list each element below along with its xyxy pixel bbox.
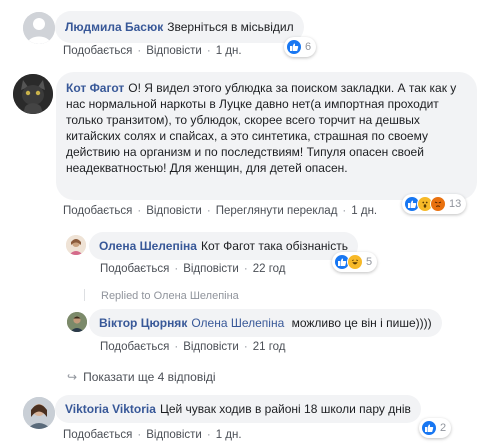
comment-author[interactable]: Людмила Басюк bbox=[65, 20, 163, 34]
woman-avatar-icon bbox=[23, 397, 55, 429]
reply-author[interactable]: Віктор Цюрняк bbox=[99, 316, 187, 330]
reply-author[interactable]: Олена Шелепіна bbox=[99, 239, 197, 253]
see-translation-link[interactable]: Переглянути переклад bbox=[216, 205, 338, 217]
comment-bubble: Людмила Басюк Зверніться в місьвідил bbox=[55, 11, 304, 43]
replied-to-label: Replied to Олена Шелепіна bbox=[101, 290, 239, 302]
woman-avatar-icon bbox=[66, 235, 86, 255]
avatar[interactable] bbox=[23, 12, 55, 44]
default-avatar-icon bbox=[23, 12, 55, 44]
timestamp[interactable]: 21 год bbox=[253, 341, 286, 353]
angry-icon bbox=[430, 196, 446, 212]
reaction-count: 13 bbox=[449, 198, 462, 210]
man-avatar-icon bbox=[67, 312, 87, 332]
reaction-count: 2 bbox=[440, 422, 447, 434]
reply-text: можливо це він і пише)))) bbox=[291, 316, 432, 330]
reply-button[interactable]: Відповісти bbox=[183, 263, 239, 275]
haha-icon bbox=[347, 254, 363, 270]
reply-actions: Подобається · Відповісти · 21 год bbox=[100, 341, 286, 353]
like-button[interactable]: Подобається bbox=[63, 205, 132, 217]
reaction-summary[interactable]: 2 bbox=[419, 418, 452, 438]
reaction-count: 5 bbox=[366, 256, 373, 268]
reaction-summary[interactable]: 5 bbox=[332, 252, 378, 272]
reaction-summary[interactable]: 13 bbox=[402, 194, 467, 214]
timestamp[interactable]: 1 дн. bbox=[351, 205, 377, 217]
comment-text: Зверніться в місьвідил bbox=[167, 20, 294, 34]
reply-button[interactable]: Відповісти bbox=[146, 205, 202, 217]
show-more-label: Показати ще 4 відповіді bbox=[83, 370, 216, 384]
timestamp[interactable]: 1 дн. bbox=[216, 429, 242, 441]
comment-bubble: Viktoria Viktoria Цей чувак ходив в район… bbox=[55, 395, 421, 423]
comment-actions: Подобається · Відповісти · Переглянути перек… bbox=[63, 205, 378, 217]
avatar[interactable] bbox=[13, 74, 53, 114]
like-button[interactable]: Подобається bbox=[100, 341, 169, 353]
avatar[interactable] bbox=[23, 397, 55, 429]
reaction-summary[interactable]: 6 bbox=[284, 37, 317, 57]
cat-avatar-icon bbox=[13, 74, 53, 114]
replied-to-name[interactable]: Олена Шелепіна bbox=[154, 290, 239, 302]
mention-link[interactable]: Олена Шелепіна bbox=[191, 316, 287, 330]
comment-text: Цей чувак ходив в районі 18 школи пару д… bbox=[159, 402, 411, 416]
comment-actions: Подобається · Відповісти · 1 дн. bbox=[63, 45, 242, 57]
reply-bubble: Олена Шелепіна Кот Фагот така обізнаність bbox=[89, 232, 358, 260]
reply-avatar[interactable] bbox=[66, 235, 86, 255]
like-button[interactable]: Подобається bbox=[100, 263, 169, 275]
reply-text: Кот Фагот така обізнаність bbox=[200, 239, 348, 253]
like-icon bbox=[286, 39, 302, 55]
reply-button[interactable]: Відповісти bbox=[146, 45, 202, 57]
comment-actions: Подобається · Відповісти · 1 дн. bbox=[63, 429, 242, 441]
reply-arrow-icon: ↪ bbox=[67, 370, 78, 384]
reaction-count: 6 bbox=[305, 41, 312, 53]
comment-text: О! Я видел этого ублюдка за поиском закл… bbox=[66, 81, 457, 175]
comment-1: Людмила Басюк Зверніться в місьвідил 6 По… bbox=[0, 0, 493, 60]
reply-button[interactable]: Відповісти bbox=[183, 341, 239, 353]
reply-button[interactable]: Відповісти bbox=[146, 429, 202, 441]
timestamp[interactable]: 22 год bbox=[253, 263, 286, 275]
like-button[interactable]: Подобається bbox=[63, 45, 132, 57]
like-button[interactable]: Подобається bbox=[63, 429, 132, 441]
reply-avatar[interactable] bbox=[67, 312, 87, 332]
replied-to-prefix: Replied to bbox=[101, 290, 151, 302]
show-more-replies[interactable]: ↪ Показати ще 4 відповіді bbox=[67, 370, 216, 384]
comment-3: Viktoria Viktoria Цей чувак ходив в район… bbox=[0, 390, 493, 447]
comment-bubble: Кот Фагот О! Я видел этого ублюдка за пои… bbox=[56, 72, 477, 200]
reply-bubble: Віктор Цюрняк Олена Шелепіна можливо це в… bbox=[89, 309, 442, 337]
comment-author[interactable]: Кот Фагот bbox=[66, 81, 124, 95]
thread-line bbox=[84, 289, 85, 301]
timestamp[interactable]: 1 дн. bbox=[216, 45, 242, 57]
comment-2: Кот Фагот О! Я видел этого ублюдка за пои… bbox=[0, 60, 493, 384]
comment-author[interactable]: Viktoria Viktoria bbox=[65, 402, 156, 416]
reply-actions: Подобається · Відповісти · 22 год bbox=[100, 263, 286, 275]
like-icon bbox=[421, 420, 437, 436]
